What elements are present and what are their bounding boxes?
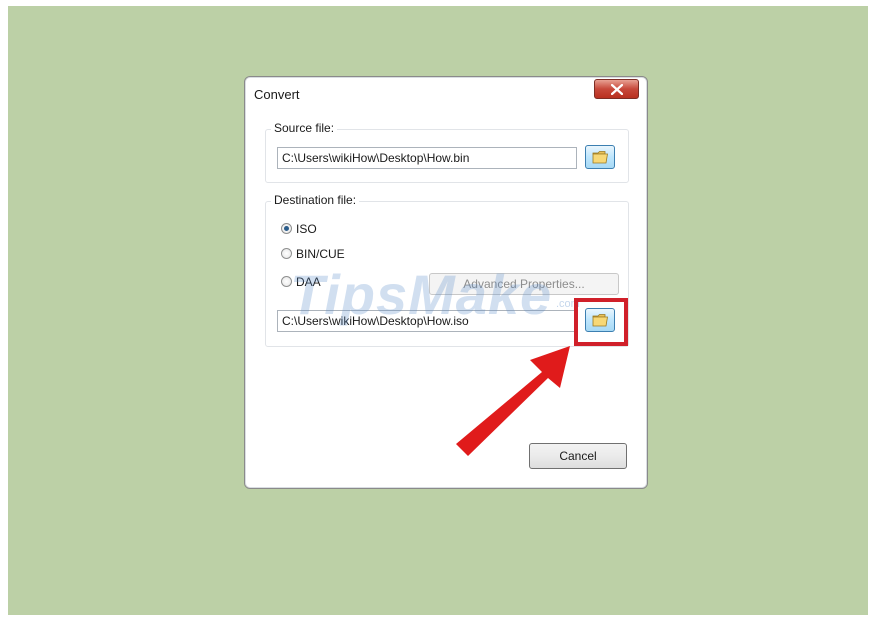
radio-iso-label: ISO xyxy=(296,222,317,236)
watermark: TipsMake xyxy=(290,263,553,326)
close-icon xyxy=(611,84,623,95)
dialog-title: Convert xyxy=(254,87,300,102)
red-arrow-icon xyxy=(456,346,570,456)
source-file-label: Source file: xyxy=(271,121,338,135)
source-browse-button[interactable] xyxy=(585,145,615,169)
title-bar: Convert xyxy=(245,77,647,109)
radio-button-selected[interactable] xyxy=(281,223,292,234)
close-button[interactable] xyxy=(594,79,639,99)
destination-file-label: Destination file: xyxy=(271,193,360,207)
radio-button[interactable] xyxy=(281,248,292,259)
source-path-input[interactable]: C:\Users\wikiHow\Desktop\How.bin xyxy=(277,147,577,169)
radio-bin-cue-label: BIN/CUE xyxy=(296,247,345,261)
folder-icon xyxy=(592,151,608,164)
